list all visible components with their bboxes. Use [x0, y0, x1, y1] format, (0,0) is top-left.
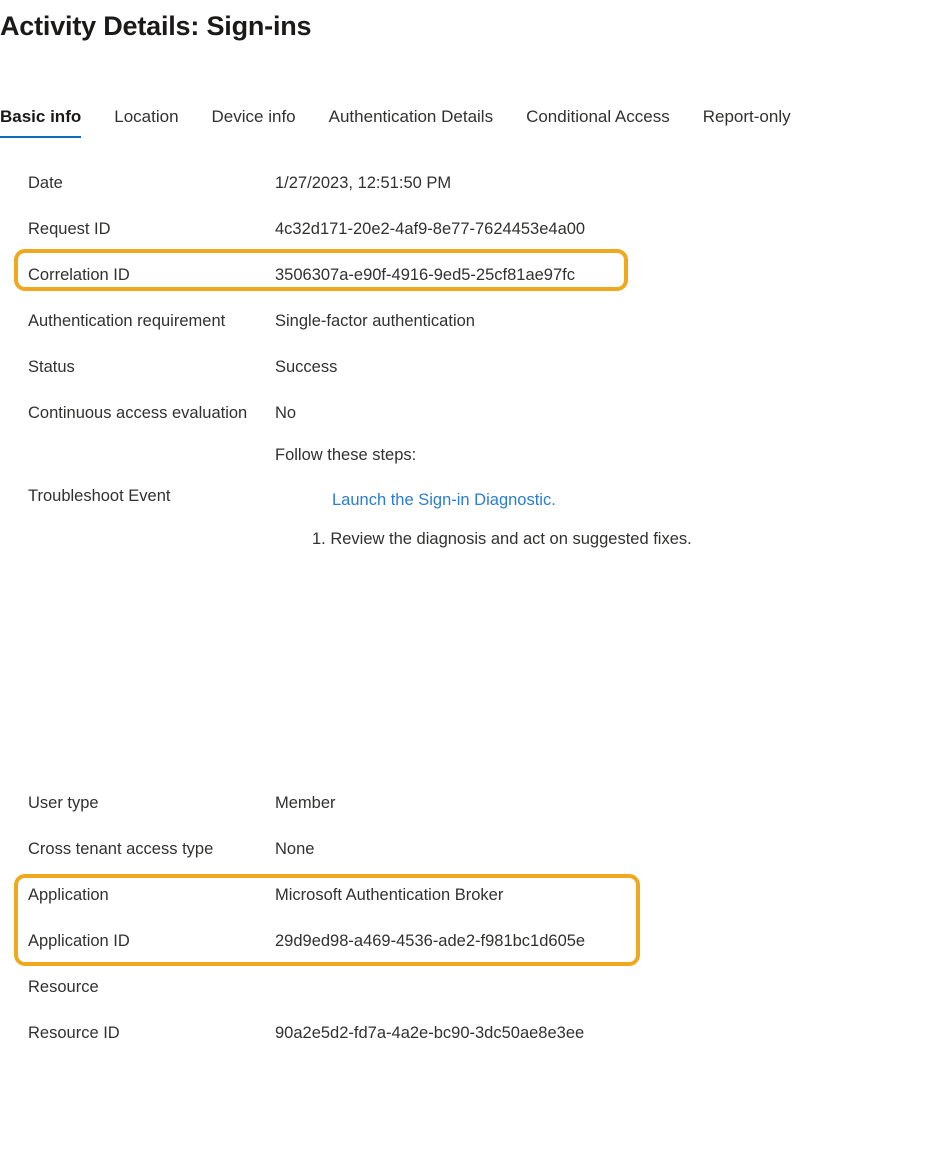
tab-authentication-details[interactable]: Authentication Details — [329, 105, 493, 138]
detail-label: Resource ID — [0, 1010, 275, 1056]
tab-device-info[interactable]: Device info — [212, 105, 296, 138]
troubleshoot-step-1: 1. Review the diagnosis and act on sugge… — [275, 527, 692, 551]
details-list: Date 1/27/2023, 12:51:50 PM Request ID 4… — [0, 160, 932, 1056]
tab-bar: Basic info Location Device info Authenti… — [0, 105, 932, 145]
tab-conditional-access[interactable]: Conditional Access — [526, 105, 670, 138]
status-badge: Success — [275, 344, 337, 390]
detail-label: Date — [0, 160, 275, 206]
detail-label: User type — [0, 780, 275, 826]
detail-label: Resource — [0, 964, 275, 1010]
tab-report-only[interactable]: Report-only — [703, 105, 791, 138]
tab-basic-info[interactable]: Basic info — [0, 105, 81, 138]
detail-label: Cross tenant access type — [0, 826, 275, 872]
detail-row-date: Date 1/27/2023, 12:51:50 PM — [0, 160, 932, 206]
troubleshoot-lead-text: Follow these steps: — [275, 443, 692, 467]
detail-value: None — [275, 826, 314, 872]
detail-row-continuous-access-evaluation: Continuous access evaluation No — [0, 390, 932, 436]
detail-label: Authentication requirement — [0, 298, 275, 344]
detail-value: Member — [275, 780, 336, 826]
tab-location[interactable]: Location — [114, 105, 178, 138]
detail-row-troubleshoot-event: Troubleshoot Event Follow these steps: L… — [0, 436, 932, 556]
detail-value: 4c32d171-20e2-4af9-8e77-7624453e4a00 — [275, 206, 585, 252]
detail-label: Application ID — [0, 918, 275, 964]
detail-row-user-type: User type Member — [0, 780, 932, 826]
detail-value: 29d9ed98-a469-4536-ade2-f981bc1d605e — [275, 918, 585, 964]
detail-row-application: Application Microsoft Authentication Bro… — [0, 872, 932, 918]
detail-row-request-id: Request ID 4c32d171-20e2-4af9-8e77-76244… — [0, 206, 932, 252]
detail-label: Continuous access evaluation — [0, 390, 275, 436]
detail-label: Correlation ID — [0, 252, 275, 298]
detail-label: Status — [0, 344, 275, 390]
detail-value: Single-factor authentication — [275, 298, 475, 344]
detail-value: 3506307a-e90f-4916-9ed5-25cf81ae97fc — [275, 252, 575, 298]
detail-row-cross-tenant-access-type: Cross tenant access type None — [0, 826, 932, 872]
detail-row-correlation-id: Correlation ID 3506307a-e90f-4916-9ed5-2… — [0, 252, 932, 298]
detail-value: No — [275, 390, 296, 436]
detail-value: Microsoft Authentication Broker — [275, 872, 503, 918]
launch-signin-diagnostic-link[interactable]: Launch the Sign-in Diagnostic. — [332, 491, 556, 509]
detail-row-resource: Resource — [0, 964, 932, 1010]
section-spacer — [0, 556, 932, 780]
detail-label: Request ID — [0, 206, 275, 252]
detail-row-status: Status Success — [0, 344, 932, 390]
detail-label: Application — [0, 872, 275, 918]
activity-details-panel: Activity Details: Sign-ins Basic info Lo… — [0, 0, 932, 1160]
detail-row-application-id: Application ID 29d9ed98-a469-4536-ade2-f… — [0, 918, 932, 964]
troubleshoot-link-wrap: Launch the Sign-in Diagnostic. — [275, 488, 692, 512]
page-title: Activity Details: Sign-ins — [0, 8, 311, 44]
detail-label: Troubleshoot Event — [0, 436, 275, 556]
troubleshoot-body: Follow these steps: Launch the Sign-in D… — [275, 441, 692, 551]
detail-value: 90a2e5d2-fd7a-4a2e-bc90-3dc50ae8e3ee — [275, 1010, 584, 1056]
detail-value: 1/27/2023, 12:51:50 PM — [275, 160, 451, 206]
detail-row-resource-id: Resource ID 90a2e5d2-fd7a-4a2e-bc90-3dc5… — [0, 1010, 932, 1056]
detail-row-authentication-requirement: Authentication requirement Single-factor… — [0, 298, 932, 344]
